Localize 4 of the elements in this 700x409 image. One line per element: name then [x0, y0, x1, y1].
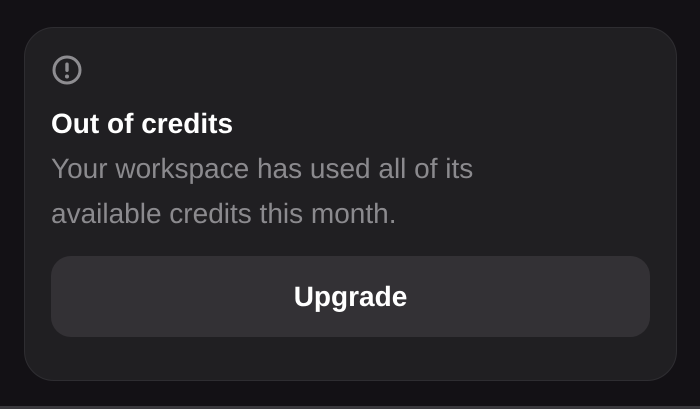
warning-icon: [51, 54, 83, 86]
alert-title: Out of credits: [51, 107, 234, 141]
upgrade-button[interactable]: Upgrade: [51, 256, 650, 337]
alert-description: Your workspace has used all of its available credits this month.: [51, 152, 474, 231]
